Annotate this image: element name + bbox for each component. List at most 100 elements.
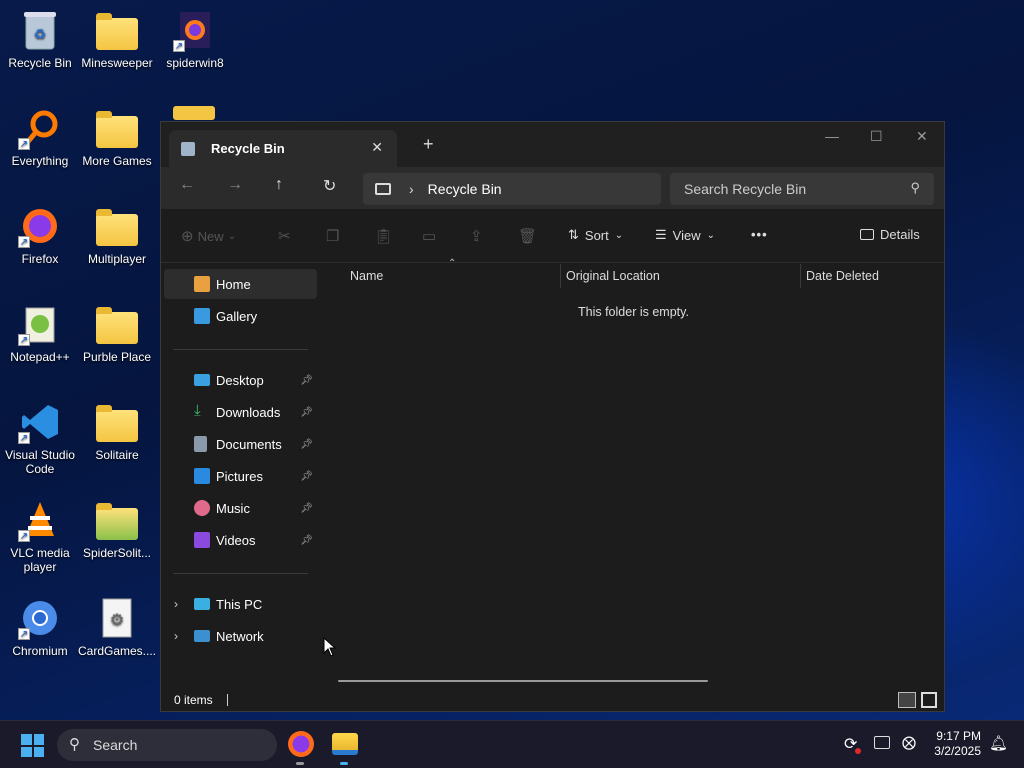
search-icon: ⚲ <box>69 736 80 753</box>
settings-file-icon: ⚙ <box>95 596 139 640</box>
taskbar-file-explorer[interactable] <box>332 733 358 755</box>
pin-icon[interactable]: 📌︎ <box>300 439 313 450</box>
notifications-bell-icon[interactable]: 🔔︎ <box>989 734 1008 752</box>
desktop-icon-vlc[interactable]: ↗ VLC media player <box>0 498 80 574</box>
taskbar-search-input[interactable]: ⚲ Search <box>57 729 277 761</box>
gallery-icon <box>194 308 210 324</box>
command-bar: ⊕ New ⌄ ✂ ❐ 📋︎ ▭ ⇪ 🗑︎ ⇅ Sort ⌄ ☰ View ⌄ ••• De… <box>161 209 944 263</box>
chevron-right-icon[interactable]: › <box>174 629 178 643</box>
plus-circle-icon: ⊕ <box>181 228 194 245</box>
up-arrow-icon[interactable]: ↑ <box>275 176 283 194</box>
desktop-icon-multiplayer[interactable]: Multiplayer <box>77 204 157 266</box>
desktop-icon-vscode[interactable]: ↗ Visual Studio Code <box>0 400 80 476</box>
desktop-icon-notepadpp[interactable]: ↗ Notepad++ <box>0 302 80 364</box>
home-icon <box>194 276 210 292</box>
navigation-pane: Home Gallery Desktop 📌︎ ⤓ Downloads 📌︎ D… <box>161 264 319 688</box>
navigation-bar: ← → ↑ ↻ › Recycle Bin Search Recycle Bin… <box>161 167 944 209</box>
volume-muted-icon[interactable]: ⨂ <box>902 734 916 751</box>
network-status-icon[interactable] <box>874 736 890 749</box>
paste-icon[interactable]: 📋︎ <box>374 227 393 245</box>
firefox-icon: ↗ <box>18 204 62 248</box>
nav-item-desktop[interactable]: Desktop 📌︎ <box>164 365 317 395</box>
chevron-right-icon[interactable]: › <box>174 597 178 611</box>
clock-time: 9:17 PM <box>936 729 981 743</box>
sort-indicator-icon: ⌃ <box>448 258 457 269</box>
windows-logo-tile <box>21 734 32 745</box>
empty-folder-message: This folder is empty. <box>578 305 689 319</box>
nav-item-downloads[interactable]: ⤓ Downloads 📌︎ <box>164 397 317 427</box>
pin-icon[interactable]: 📌︎ <box>300 407 313 418</box>
desktop-icon-cardgames[interactable]: ⚙ CardGames.... <box>77 596 157 658</box>
desktop-icon-more-games[interactable]: More Games <box>77 106 157 168</box>
desktop-icon-firefox[interactable]: ↗ Firefox <box>0 204 80 266</box>
desktop-icon-everything[interactable]: ↗ Everything <box>0 106 80 168</box>
desktop-icon-solitaire[interactable]: Solitaire <box>77 400 157 462</box>
desktop-icon-recycle-bin[interactable]: ♻ Recycle Bin <box>0 8 80 70</box>
delete-icon[interactable]: 🗑︎ <box>518 227 537 245</box>
tab-recycle-bin[interactable]: Recycle Bin ✕ <box>169 130 397 167</box>
maximize-button[interactable]: ☐ <box>870 128 883 145</box>
desktop-icon-chromium[interactable]: ↗ Chromium <box>0 596 80 658</box>
nav-item-pictures[interactable]: Pictures 📌︎ <box>164 461 317 491</box>
refresh-icon[interactable]: ↻ <box>323 176 336 196</box>
column-header-date-deleted[interactable]: Date Deleted <box>806 269 879 283</box>
mouse-cursor-icon <box>323 637 337 657</box>
forward-arrow-icon[interactable]: → <box>227 176 243 194</box>
tab-title: Recycle Bin <box>211 141 285 156</box>
desktop-icon-spidersolitaire[interactable]: SpiderSolit... <box>77 498 157 560</box>
rename-icon[interactable]: ▭ <box>422 227 436 245</box>
column-header-original-location[interactable]: Original Location <box>566 269 660 283</box>
desktop-icon-purble-place[interactable]: Purble Place <box>77 302 157 364</box>
desktop-icon-partial-folder[interactable] <box>155 106 215 122</box>
large-icons-view-icon[interactable] <box>921 692 937 708</box>
taskbar: ⚲ Search ⟳ ⨂ 9:17 PM 3/2/2025 🔔︎ <box>0 720 1024 768</box>
start-button[interactable] <box>21 734 44 757</box>
nav-item-music[interactable]: Music 📌︎ <box>164 493 317 523</box>
column-header-name[interactable]: Name <box>350 269 383 283</box>
desktop-icon-minesweeper[interactable]: Minesweeper <box>77 8 157 70</box>
new-button[interactable]: ⊕ New ⌄ <box>181 227 236 245</box>
music-icon <box>194 500 210 516</box>
file-explorer-window: Recycle Bin ✕ + — ☐ ✕ ← → ↑ ↻ › Recycle … <box>160 121 945 712</box>
close-tab-icon[interactable]: ✕ <box>371 139 383 156</box>
share-icon[interactable]: ⇪ <box>470 227 483 245</box>
nav-item-this-pc[interactable]: › This PC <box>164 589 317 619</box>
desktop-icon-spiderwin8[interactable]: ↗ spiderwin8 <box>155 8 235 70</box>
nav-item-network[interactable]: › Network <box>164 621 317 651</box>
cut-icon[interactable]: ✂ <box>278 227 291 245</box>
new-tab-button[interactable]: + <box>423 134 434 155</box>
breadcrumb[interactable]: Recycle Bin <box>428 181 502 197</box>
view-button[interactable]: ☰ View ⌄ <box>655 227 715 243</box>
nav-item-gallery[interactable]: Gallery <box>164 301 317 331</box>
system-clock[interactable]: 9:17 PM 3/2/2025 <box>934 729 981 759</box>
pin-icon[interactable]: 📌︎ <box>300 503 313 514</box>
sort-button[interactable]: ⇅ Sort ⌄ <box>568 227 623 243</box>
back-arrow-icon[interactable]: ← <box>179 176 195 194</box>
search-input[interactable]: Search Recycle Bin ⚲ <box>670 173 934 205</box>
pin-icon[interactable]: 📌︎ <box>300 535 313 546</box>
folder-icon <box>95 498 139 542</box>
address-bar[interactable]: › Recycle Bin <box>363 173 661 205</box>
details-button[interactable]: Details <box>860 227 920 242</box>
folder-icon <box>95 302 139 346</box>
details-view-icon[interactable] <box>898 692 916 708</box>
column-divider[interactable] <box>800 264 801 288</box>
videos-icon <box>194 532 210 548</box>
horizontal-scrollbar[interactable] <box>338 680 708 682</box>
pin-icon[interactable]: 📌︎ <box>300 471 313 482</box>
download-arrow-icon: ⤓ <box>194 402 201 419</box>
computer-icon <box>194 598 210 610</box>
taskbar-firefox[interactable] <box>288 731 314 757</box>
windows-logo-tile <box>33 746 44 757</box>
view-lines-icon: ☰ <box>655 227 667 242</box>
more-options-button[interactable]: ••• <box>751 227 768 242</box>
nav-item-home[interactable]: Home <box>164 269 317 299</box>
nav-item-videos[interactable]: Videos 📌︎ <box>164 525 317 555</box>
nav-item-documents[interactable]: Documents 📌︎ <box>164 429 317 459</box>
minimize-button[interactable]: — <box>825 128 839 144</box>
running-indicator <box>296 762 304 765</box>
copy-icon[interactable]: ❐ <box>326 227 339 245</box>
pin-icon[interactable]: 📌︎ <box>300 375 313 386</box>
column-divider[interactable] <box>560 264 561 288</box>
close-window-button[interactable]: ✕ <box>916 128 928 145</box>
